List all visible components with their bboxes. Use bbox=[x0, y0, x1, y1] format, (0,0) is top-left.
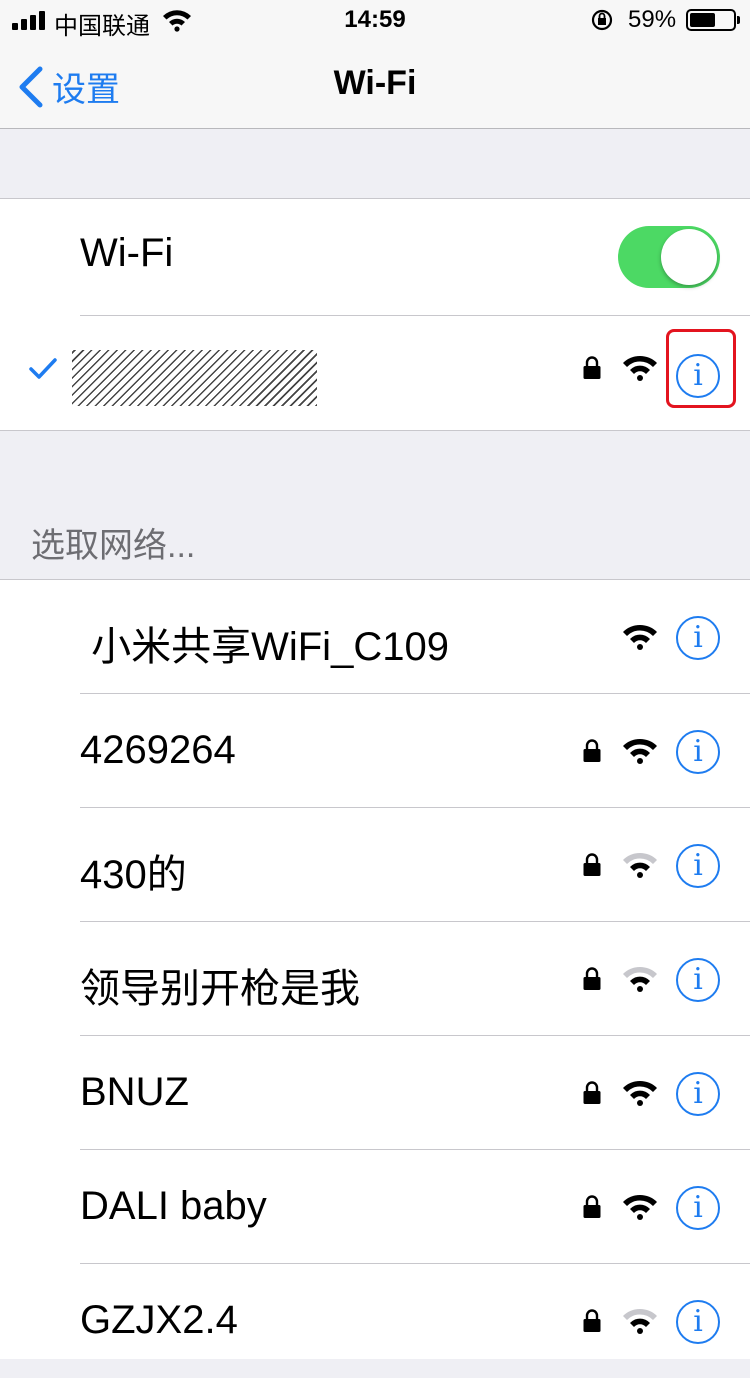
info-icon[interactable]: i bbox=[676, 1300, 720, 1344]
network-name: 4269264 bbox=[80, 728, 236, 772]
info-icon[interactable]: i bbox=[676, 844, 720, 888]
lock-icon bbox=[583, 356, 601, 379]
network-row[interactable]: 4269264 i bbox=[0, 694, 750, 808]
page-title: Wi-Fi bbox=[333, 64, 417, 102]
lock-icon bbox=[582, 1308, 602, 1339]
wifi-toggle-row: Wi-Fi bbox=[0, 199, 750, 316]
rotation-lock-icon bbox=[591, 9, 613, 31]
info-icon[interactable]: i bbox=[676, 1186, 720, 1230]
wifi-signal-icon bbox=[622, 1307, 658, 1340]
lock-icon bbox=[582, 966, 602, 997]
highlight-box bbox=[666, 329, 736, 408]
network-name: BNUZ bbox=[80, 1070, 189, 1114]
network-name: DALI baby bbox=[80, 1184, 267, 1228]
info-icon[interactable]: i bbox=[676, 958, 720, 1002]
status-bar: 中国联通 14:59 59% bbox=[0, 0, 750, 40]
network-row[interactable]: GZJX2.4 i bbox=[0, 1264, 750, 1378]
network-list: 小米共享WiFi_C109 i 4269264 i 430的 i 领导别开枪是我 i BNUZ i… bbox=[0, 579, 750, 1359]
lock-icon bbox=[582, 738, 602, 769]
connected-network-row[interactable]: i bbox=[0, 316, 750, 430]
network-row[interactable]: 小米共享WiFi_C109 i bbox=[0, 580, 750, 694]
wifi-toggle-label: Wi-Fi bbox=[80, 231, 174, 275]
redacted-network-name bbox=[72, 350, 317, 406]
network-name: GZJX2.4 bbox=[80, 1298, 238, 1342]
wifi-toggle-switch[interactable] bbox=[618, 226, 720, 288]
lock-icon bbox=[582, 852, 602, 883]
info-icon[interactable]: i bbox=[676, 730, 720, 774]
network-name: 小米共享WiFi_C109 bbox=[80, 625, 449, 669]
top-bar: 中国联通 14:59 59% 设置 Wi-Fi bbox=[0, 0, 750, 129]
checkmark-icon bbox=[29, 358, 57, 379]
network-name: 430的 bbox=[80, 853, 187, 897]
wifi-signal-icon bbox=[622, 965, 658, 998]
wifi-signal-icon bbox=[622, 623, 658, 656]
info-icon[interactable]: i bbox=[676, 1072, 720, 1116]
lock-icon bbox=[582, 1194, 602, 1225]
wifi-signal-icon bbox=[623, 355, 657, 381]
lock-icon bbox=[582, 1080, 602, 1111]
choose-network-header: 选取网络... bbox=[31, 527, 196, 565]
info-icon[interactable]: i bbox=[676, 616, 720, 660]
battery-percent: 59% bbox=[628, 6, 677, 33]
network-row[interactable]: DALI baby i bbox=[0, 1150, 750, 1264]
wifi-signal-icon bbox=[622, 1079, 658, 1112]
wifi-signal-icon bbox=[622, 851, 658, 884]
network-row[interactable]: BNUZ i bbox=[0, 1036, 750, 1150]
wifi-section: Wi-Fi i bbox=[0, 198, 750, 431]
battery-icon bbox=[686, 9, 740, 31]
network-row[interactable]: 430的 i bbox=[0, 808, 750, 922]
navigation-bar: 设置 Wi-Fi bbox=[0, 40, 750, 129]
wifi-signal-icon bbox=[622, 1193, 658, 1226]
network-row[interactable]: 领导别开枪是我 i bbox=[0, 922, 750, 1036]
network-name: 领导别开枪是我 bbox=[80, 967, 360, 1011]
wifi-signal-icon bbox=[622, 737, 658, 770]
